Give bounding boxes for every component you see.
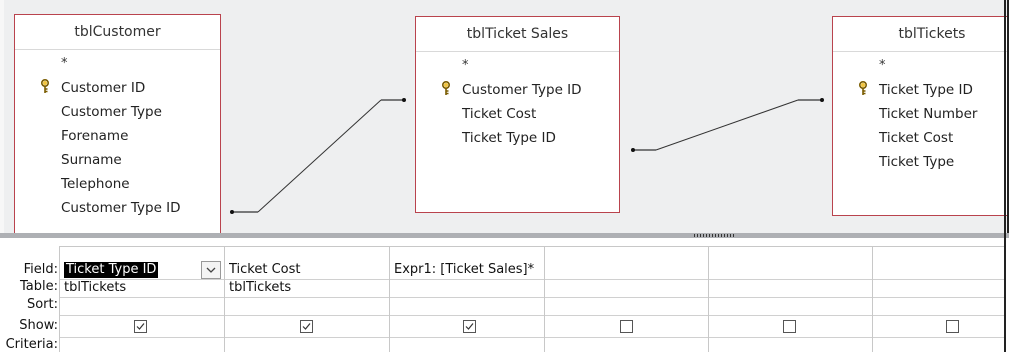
row-label-text: Sort: <box>26 297 58 312</box>
show-checkbox-col1[interactable] <box>134 320 147 333</box>
field-dropdown-button[interactable] <box>201 261 221 279</box>
checkmark-icon <box>302 323 311 330</box>
field-cell-col2[interactable]: Ticket Cost <box>229 262 301 277</box>
field-cell-col5[interactable] <box>713 262 868 278</box>
relationship-pane[interactable]: tblCustomer * Customer ID Customer Type … <box>0 0 1009 233</box>
field-cell-col3[interactable]: Expr1: [Ticket Sales]* <box>394 262 544 277</box>
row-label-criteria: Criteria: <box>0 337 58 352</box>
table-cell-col2[interactable]: tblTickets <box>229 280 291 295</box>
row-label-field: Field: <box>0 262 58 280</box>
show-checkbox-col6[interactable] <box>946 320 959 333</box>
grid-row-line <box>59 297 1005 298</box>
grid-col-line <box>59 246 60 352</box>
grid-row-line <box>59 279 1005 280</box>
show-checkbox-col3[interactable] <box>463 320 476 333</box>
grid-col-line <box>544 246 545 352</box>
row-label-text: Table: <box>20 279 58 294</box>
row-label-table: Table: <box>0 279 58 297</box>
field-cell-col1[interactable]: Ticket Type ID <box>64 262 159 278</box>
row-label-text: Show: <box>19 318 58 333</box>
window-edge <box>1004 0 1006 352</box>
field-cell-col4[interactable] <box>549 262 704 278</box>
checkmark-icon <box>136 323 145 330</box>
grid-col-line <box>389 246 390 352</box>
join-line-sales-to-tickets[interactable] <box>631 98 824 152</box>
show-checkbox-col2[interactable] <box>300 320 313 333</box>
join-line-customer-to-sales[interactable] <box>230 98 406 214</box>
row-label-text: Criteria: <box>5 337 58 352</box>
field-cell-col6[interactable] <box>877 262 1002 278</box>
grid-col-line <box>224 246 225 352</box>
query-design-grid <box>0 238 1009 352</box>
row-label-show: Show: <box>0 318 58 336</box>
row-label-sort: Sort: <box>0 297 58 315</box>
grid-col-line <box>872 246 873 352</box>
chevron-down-icon <box>206 267 216 273</box>
splitter-grip[interactable] <box>694 234 734 237</box>
checkmark-icon <box>465 323 474 330</box>
row-label-text: Field: <box>23 262 58 277</box>
join-lines <box>230 98 824 214</box>
show-checkbox-col4[interactable] <box>620 320 633 333</box>
grid-row-line <box>59 337 1005 338</box>
grid-row-line <box>59 315 1005 316</box>
table-cell-col1[interactable]: tblTickets <box>64 280 126 295</box>
show-checkbox-col5[interactable] <box>783 320 796 333</box>
grid-col-line <box>708 246 709 352</box>
grid-top-border <box>59 246 1005 247</box>
